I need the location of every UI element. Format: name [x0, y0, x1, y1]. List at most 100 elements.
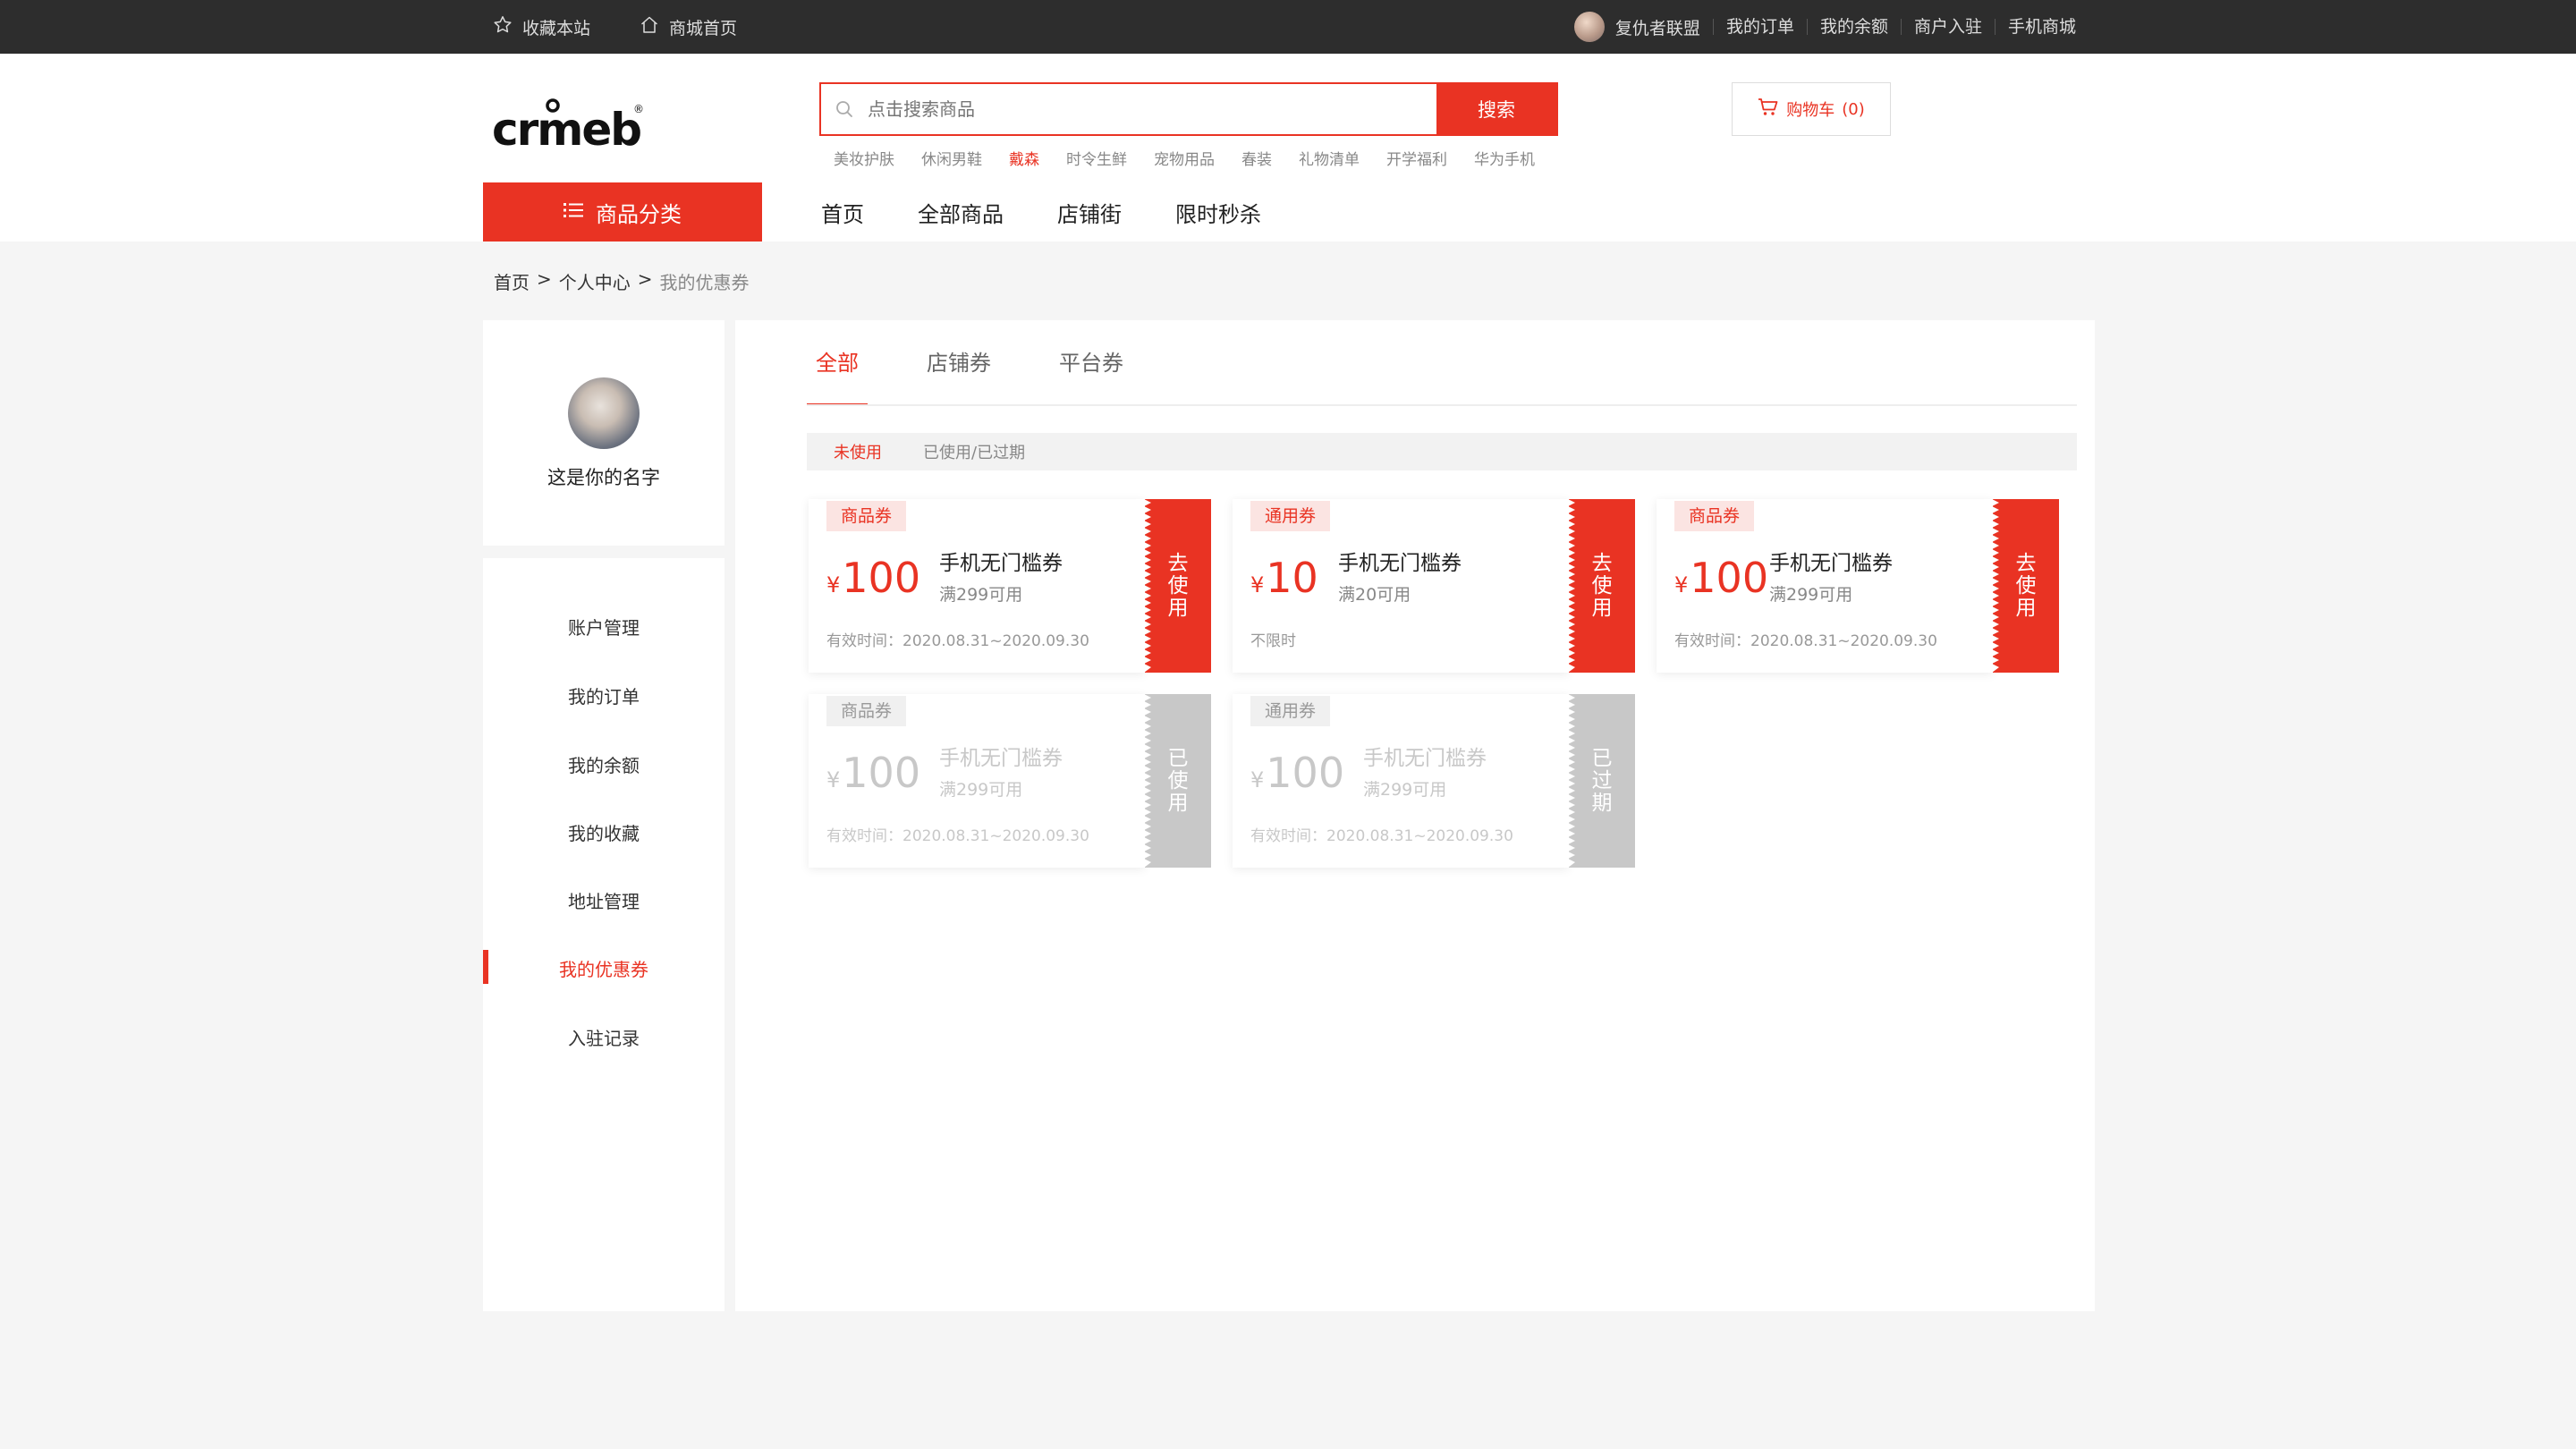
hot-word-highlighted[interactable]: 戴森 [1009, 147, 1039, 169]
coupon-action-label: 已使用 [1167, 746, 1189, 815]
coupon-condition: 满20可用 [1338, 585, 1411, 605]
top-link-balance[interactable]: 我的余额 [1806, 19, 1901, 36]
currency-symbol: ¥ [826, 767, 841, 792]
coupon-condition: 满299可用 [1363, 780, 1447, 800]
menu-item-settle-records[interactable]: 入驻记录 [483, 1024, 724, 1050]
coupon-tag: 商品券 [1674, 501, 1755, 531]
menu-item-coupons[interactable]: 我的优惠券 [483, 955, 724, 981]
coupon-card: 商品券 ¥ 100 手机无门槛券 满299可用 有效时间：2020.08.31~… [1657, 499, 2059, 673]
coupon-panel: 全部 店铺券 平台券 未使用 已使用/已过期 商品券 ¥ 100 手机无门槛券 … [735, 320, 2095, 1311]
tab-all[interactable]: 全部 [807, 320, 868, 406]
search-bar: 搜索 [819, 82, 1558, 136]
use-coupon-button[interactable]: 去使用 [1992, 499, 2059, 673]
coupon-title: 手机无门槛券 [1363, 747, 1487, 770]
search-icon [821, 84, 868, 134]
top-link-mobile[interactable]: 手机商城 [1994, 19, 2089, 36]
category-button-label: 商品分类 [596, 201, 682, 227]
hot-word[interactable]: 华为手机 [1474, 147, 1535, 169]
bookmark-site-link[interactable]: 收藏本站 [492, 14, 590, 40]
coupon-value: 100 [842, 554, 921, 602]
coupon-condition: 满299可用 [939, 585, 1023, 605]
subtab-unused[interactable]: 未使用 [834, 440, 882, 463]
star-icon [492, 14, 513, 40]
profile-name: 这是你的名字 [547, 467, 660, 488]
menu-item-orders[interactable]: 我的订单 [483, 682, 724, 708]
use-coupon-button[interactable]: 去使用 [1568, 499, 1635, 673]
coupon-title: 手机无门槛券 [1769, 552, 1893, 575]
search-button[interactable]: 搜索 [1436, 84, 1556, 134]
coupon-value: 10 [1266, 554, 1318, 602]
home-icon [639, 14, 660, 40]
nav-flash-sale[interactable]: 限时秒杀 [1175, 197, 1261, 228]
hot-word[interactable]: 休闲男鞋 [921, 147, 982, 169]
crmeb-logo[interactable]: crmeb ® [492, 93, 653, 165]
bookmark-site-label: 收藏本站 [522, 18, 591, 38]
zigzag-edge [1144, 694, 1151, 868]
coupon-body: 商品券 ¥ 100 手机无门槛券 满299可用 有效时间：2020.08.31~… [809, 499, 1145, 673]
currency-symbol: ¥ [1674, 572, 1689, 597]
coupon-value: 100 [1690, 554, 1769, 602]
breadcrumb-separator: > [537, 268, 552, 290]
coupon-title: 手机无门槛券 [939, 747, 1063, 770]
user-name: 复仇者联盟 [1614, 18, 1700, 38]
coupon-body: 商品券 ¥ 100 手机无门槛券 满299可用 有效时间：2020.08.31~… [809, 694, 1145, 868]
coupon-condition: 满299可用 [939, 780, 1023, 800]
tab-platform-coupons[interactable]: 平台券 [1050, 320, 1132, 406]
category-button[interactable]: 商品分类 [483, 182, 762, 242]
coupon-card: 通用券 ¥ 10 手机无门槛券 满20可用 不限时 去使用 [1233, 499, 1635, 673]
top-link-orders[interactable]: 我的订单 [1712, 19, 1807, 36]
list-icon [564, 199, 583, 225]
coupon-status-tabs: 未使用 已使用/已过期 [807, 433, 2077, 470]
coupon-title: 手机无门槛券 [939, 552, 1063, 575]
nav-store-street[interactable]: 店铺街 [1057, 197, 1122, 228]
coupon-value: 100 [842, 749, 921, 797]
breadcrumb-center[interactable]: 个人中心 [559, 268, 631, 294]
user-menu[interactable]: 复仇者联盟 [1573, 12, 1713, 42]
menu-item-account[interactable]: 账户管理 [483, 614, 724, 640]
hot-word[interactable]: 礼物清单 [1299, 147, 1360, 169]
top-link-merchant[interactable]: 商户入驻 [1900, 19, 1995, 36]
svg-text:®: ® [633, 103, 644, 115]
coupon-action-label: 去使用 [2015, 551, 2037, 620]
coupon-value: 100 [1266, 749, 1345, 797]
hot-word[interactable]: 春装 [1241, 147, 1272, 169]
menu-item-address[interactable]: 地址管理 [483, 887, 724, 913]
breadcrumb-home[interactable]: 首页 [494, 268, 530, 294]
zigzag-edge [1144, 499, 1151, 673]
search-input[interactable] [868, 84, 1436, 134]
hot-word[interactable]: 开学福利 [1386, 147, 1447, 169]
coupon-amount: ¥ 100 [826, 553, 920, 603]
top-bar: 收藏本站 商城首页 复仇者联盟 我的订单 我的余额 商户入驻 手机商城 [0, 0, 2576, 54]
menu-item-balance[interactable]: 我的余额 [483, 751, 724, 777]
coupon-body: 商品券 ¥ 100 手机无门槛券 满299可用 有效时间：2020.08.31~… [1657, 499, 1993, 673]
breadcrumb: 首页 > 个人中心 > 我的优惠券 [494, 268, 750, 294]
main-nav: 首页 全部商品 店铺街 限时秒杀 [821, 182, 1261, 242]
subtab-used-expired[interactable]: 已使用/已过期 [923, 440, 1025, 463]
coupon-amount: ¥ 100 [1250, 748, 1344, 798]
coupon-action-label: 已过期 [1591, 746, 1613, 815]
menu-item-favorites[interactable]: 我的收藏 [483, 819, 724, 845]
coupon-card-used: 商品券 ¥ 100 手机无门槛券 满299可用 有效时间：2020.08.31~… [809, 694, 1211, 868]
tab-store-coupons[interactable]: 店铺券 [918, 320, 1000, 406]
breadcrumb-separator: > [637, 268, 653, 290]
use-coupon-button[interactable]: 去使用 [1144, 499, 1211, 673]
coupon-type-tabs: 全部 店铺券 平台券 [807, 320, 1132, 406]
zigzag-edge [1568, 499, 1575, 673]
hot-word[interactable]: 宠物用品 [1154, 147, 1215, 169]
header: crmeb ® 搜索 美妆护肤 休闲男鞋 戴森 时令生鲜 宠物用品 春装 礼物清… [0, 54, 2576, 242]
zigzag-edge [1992, 499, 1999, 673]
nav-all-products[interactable]: 全部商品 [918, 197, 1004, 228]
coupon-title: 手机无门槛券 [1338, 552, 1462, 575]
mall-home-link[interactable]: 商城首页 [639, 14, 737, 40]
hot-word[interactable]: 美妆护肤 [834, 147, 894, 169]
coupon-tag: 通用券 [1250, 501, 1331, 531]
currency-symbol: ¥ [1250, 572, 1265, 597]
coupon-validity: 有效时间：2020.08.31~2020.09.30 [826, 827, 1089, 845]
coupon-body: 通用券 ¥ 100 手机无门槛券 满299可用 有效时间：2020.08.31~… [1233, 694, 1569, 868]
avatar[interactable] [568, 377, 640, 449]
cart-button[interactable]: 购物车 (0) [1732, 82, 1891, 136]
nav-home[interactable]: 首页 [821, 197, 864, 228]
coupon-amount: ¥ 100 [826, 748, 920, 798]
zigzag-edge [1568, 694, 1575, 868]
hot-word[interactable]: 时令生鲜 [1066, 147, 1127, 169]
